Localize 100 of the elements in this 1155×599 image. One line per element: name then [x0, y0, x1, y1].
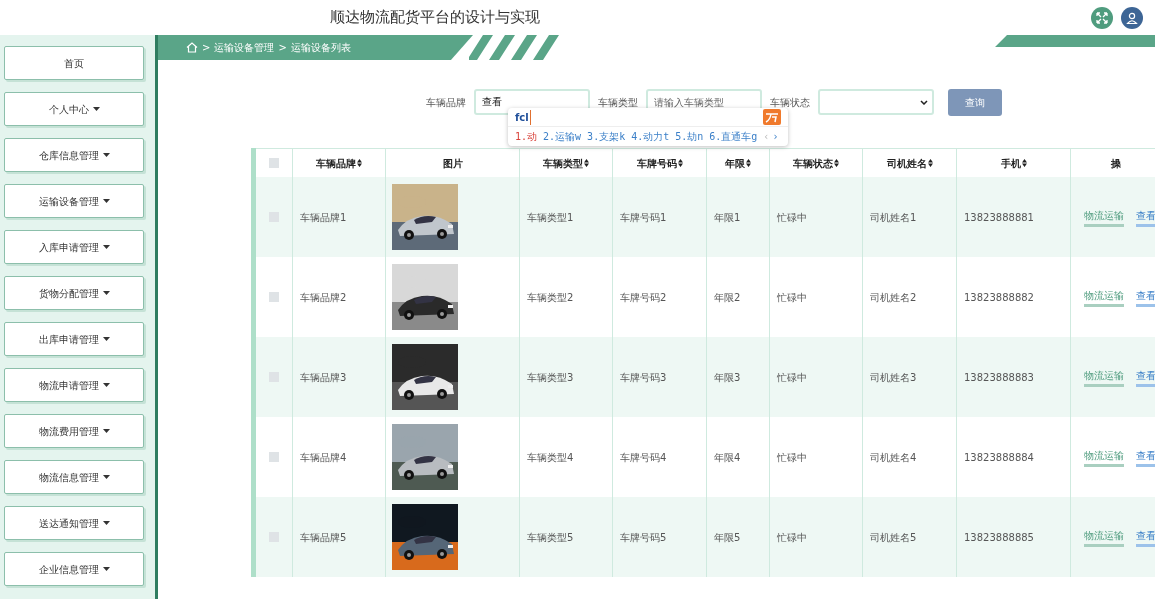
- caret-icon: [102, 383, 110, 387]
- column-header[interactable]: 司机姓名: [886, 155, 933, 171]
- fullscreen-button[interactable]: [1091, 6, 1113, 29]
- breadcrumb-separator: >: [202, 41, 211, 55]
- ime-candidate[interactable]: 4.动力t: [631, 129, 670, 144]
- table-cell-text: 车牌号码5: [620, 530, 667, 545]
- column-header[interactable]: 年限: [725, 155, 751, 171]
- sidebar-item[interactable]: 企业信息管理: [4, 552, 144, 586]
- column-header: 图片: [442, 156, 463, 171]
- ime-candidate[interactable]: 3.支架k: [587, 129, 626, 144]
- sidebar-item[interactable]: 入库申请管理: [4, 230, 144, 264]
- column-header[interactable]: 手机: [1000, 155, 1027, 171]
- search-button[interactable]: 查询: [948, 88, 1002, 116]
- table-cell-text: 车牌号码1: [620, 210, 667, 225]
- transport-link[interactable]: 物流运输: [1084, 447, 1124, 467]
- table-cell-text: 13823888882: [964, 290, 1034, 305]
- table-cell-text: 年限4: [714, 450, 741, 465]
- caret-icon: [102, 153, 110, 157]
- next-page-button[interactable]: ›: [772, 129, 779, 144]
- transport-link[interactable]: 物流运输: [1084, 207, 1124, 227]
- field-label: 车辆类型: [598, 95, 638, 110]
- column-header[interactable]: 车辆状态: [793, 155, 839, 171]
- view-link[interactable]: 查看: [1136, 447, 1155, 467]
- table-cell-text: 13823888881: [964, 210, 1034, 225]
- table-cell-text: 年限2: [714, 290, 741, 305]
- view-link[interactable]: 查看: [1136, 287, 1155, 307]
- ime-composition: fcl: [515, 109, 531, 125]
- ime-candidate[interactable]: 1.动: [515, 129, 538, 144]
- column-header[interactable]: 车辆类型: [543, 155, 589, 171]
- table-cell-text: 车辆类型2: [527, 290, 574, 305]
- sidebar-item[interactable]: 物流费用管理: [4, 414, 144, 448]
- table-cell-text: 车牌号码3: [620, 370, 667, 385]
- table-cell-text: 13823888885: [964, 530, 1034, 545]
- view-link[interactable]: 查看: [1136, 527, 1155, 547]
- caret-icon: [102, 291, 110, 295]
- caret-icon: [102, 475, 110, 479]
- table-cell-text: 车辆品牌5: [300, 530, 347, 545]
- sidebar-item[interactable]: 物流申请管理: [4, 368, 144, 402]
- column-header: 操: [1110, 156, 1121, 171]
- row-checkbox[interactable]: [269, 292, 279, 302]
- table-cell-text: 司机姓名2: [870, 290, 917, 305]
- table-cell-text: 13823888884: [964, 450, 1034, 465]
- table-cell-text: 车辆类型1: [527, 210, 574, 225]
- sort-icon: [746, 159, 751, 167]
- table-cell-text: 司机姓名3: [870, 370, 917, 385]
- table-cell-text: 司机姓名1: [870, 210, 917, 225]
- transport-link[interactable]: 物流运输: [1084, 367, 1124, 387]
- sort-icon: [927, 159, 933, 167]
- table-cell-text: 忙碌中: [777, 290, 807, 305]
- caret-icon: [102, 567, 110, 571]
- table-cell-text: 年限3: [714, 370, 741, 385]
- breadcrumb-item[interactable]: 运输设备管理: [214, 40, 275, 55]
- ime-candidate[interactable]: 2.运输w: [543, 129, 582, 144]
- user-button[interactable]: [1121, 6, 1143, 29]
- row-checkbox[interactable]: [269, 452, 279, 462]
- expand-icon: [1096, 11, 1108, 24]
- transport-link[interactable]: 物流运输: [1084, 527, 1124, 547]
- table-cell-text: 司机姓名4: [870, 450, 917, 465]
- table-cell-text: 忙碌中: [777, 210, 807, 225]
- field-label: 车辆品牌: [426, 95, 466, 110]
- home-icon: [186, 42, 198, 53]
- table-cell-text: 车辆品牌3: [300, 370, 347, 385]
- field-label: 车辆状态: [770, 95, 810, 110]
- sidebar-item[interactable]: 个人中心: [4, 92, 144, 126]
- sidebar-item[interactable]: 运输设备管理: [4, 184, 144, 218]
- table-cell-text: 车辆品牌1: [300, 210, 347, 225]
- sort-icon: [677, 159, 683, 167]
- breadcrumb-item[interactable]: 运输设备列表: [290, 40, 351, 55]
- sort-icon: [584, 159, 589, 167]
- column-header[interactable]: 车牌号码: [636, 155, 683, 171]
- sort-icon: [357, 159, 362, 167]
- select-all-checkbox[interactable]: [269, 158, 279, 168]
- ime-candidate[interactable]: 6.直通车g: [709, 129, 758, 144]
- sort-icon: [1021, 159, 1027, 167]
- sidebar-item[interactable]: 出库申请管理: [4, 322, 144, 356]
- sidebar-item[interactable]: 首页: [4, 46, 144, 80]
- status-select[interactable]: [818, 89, 934, 115]
- table-cell-text: 年限5: [714, 530, 741, 545]
- table-cell-text: 车牌号码4: [620, 450, 667, 465]
- view-link[interactable]: 查看: [1136, 207, 1155, 227]
- view-link[interactable]: 查看: [1136, 367, 1155, 387]
- table-cell-text: 车辆类型3: [527, 370, 574, 385]
- sidebar-item[interactable]: 货物分配管理: [4, 276, 144, 310]
- breadcrumb-separator: >: [278, 41, 287, 55]
- sidebar-item[interactable]: 送达通知管理: [4, 506, 144, 540]
- sort-icon: [834, 159, 839, 167]
- table-cell-text: 车辆品牌2: [300, 290, 347, 305]
- sidebar-item[interactable]: 物流信息管理: [4, 460, 144, 494]
- table-cell-text: 忙碌中: [777, 530, 807, 545]
- ime-candidate[interactable]: 5.劫n: [675, 129, 704, 144]
- column-header[interactable]: 车辆品牌: [316, 155, 362, 171]
- table-cell-text: 车辆品牌4: [300, 450, 347, 465]
- caret-icon: [102, 429, 110, 433]
- table-cell-text: 13823888883: [964, 370, 1034, 385]
- chevron-down-icon: [920, 99, 928, 105]
- page-title: 顺达物流配货平台的设计与实现: [330, 7, 540, 29]
- caret-icon: [102, 199, 110, 203]
- caret-icon: [92, 107, 100, 111]
- transport-link[interactable]: 物流运输: [1084, 287, 1124, 307]
- sidebar-item[interactable]: 仓库信息管理: [4, 138, 144, 172]
